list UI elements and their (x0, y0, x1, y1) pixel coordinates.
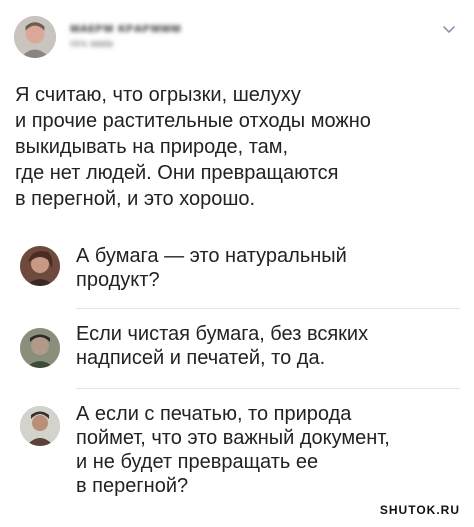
watermark: SHUTOK.RU (379, 503, 460, 517)
author-handle: ᴨᴩᴀ ᴍᴍᴍ (70, 38, 113, 50)
commenter-avatar[interactable] (20, 328, 60, 368)
post-text: Я считаю, что огрызки, шелуху и прочие р… (15, 84, 371, 210)
author-avatar-image (14, 16, 56, 58)
author-avatar[interactable] (14, 16, 56, 58)
author-name[interactable]: ᴍᴀᴇᴩᴍ ᴋᴩᴀᴩᴍᴍᴍ (70, 20, 181, 35)
post-header: ᴍᴀᴇᴩᴍ ᴋᴩᴀᴩᴍᴍᴍ ᴨᴩᴀ ᴍᴍᴍ (14, 14, 460, 58)
commenter-avatar[interactable] (20, 246, 60, 286)
comment-text: А бумага — это натуральный продукт? (76, 245, 347, 291)
comment-text: А если с печатью, то природа поймет, что… (76, 403, 390, 497)
commenter-avatar-image (20, 406, 60, 446)
commenter-avatar[interactable] (20, 406, 60, 446)
divider (76, 308, 460, 309)
divider (76, 388, 460, 389)
commenter-avatar-image (20, 328, 60, 368)
comment-text: Если чистая бумага, без всяких надписей … (76, 323, 369, 369)
chevron-down-icon[interactable] (440, 20, 458, 38)
commenter-avatar-image (20, 246, 60, 286)
